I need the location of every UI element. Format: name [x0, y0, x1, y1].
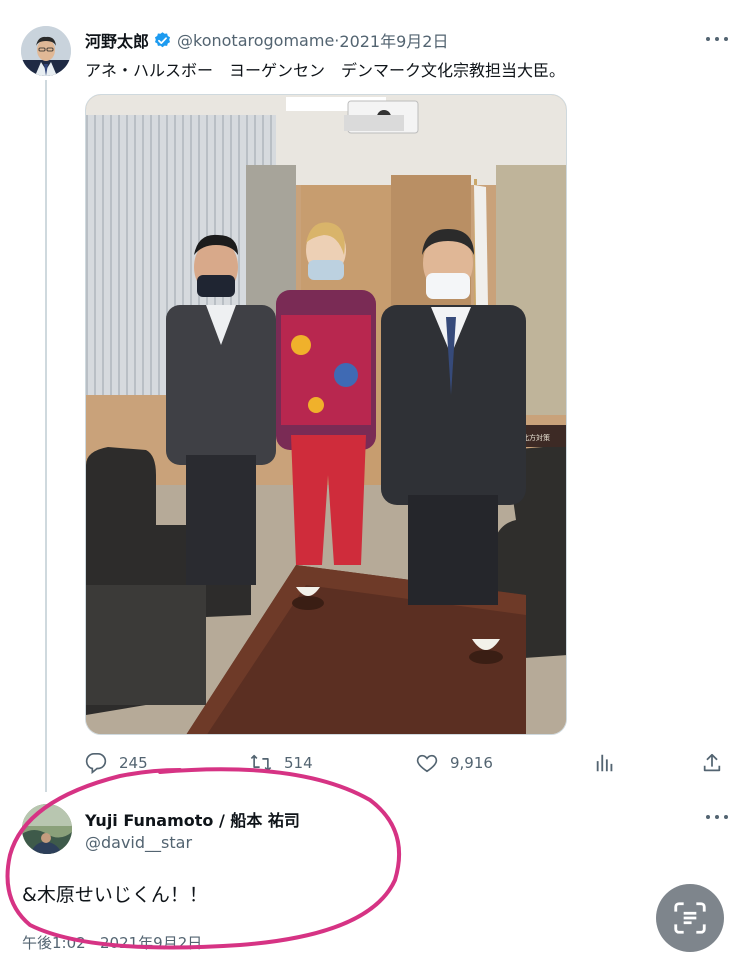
reply-button[interactable]: 245 [85, 752, 148, 774]
reply-avatar[interactable] [22, 804, 72, 854]
retweet-icon [250, 754, 272, 772]
views-button[interactable] [594, 752, 628, 774]
verified-badge-icon [153, 31, 172, 50]
tweet-header: 河野太郎 @konotarogomame · 2021年9月2日 [85, 28, 448, 52]
tweet-text: アネ・ハルスボー ヨーゲンセン デンマーク文化宗教担当大臣。 [85, 61, 566, 80]
author-handle[interactable]: @konotarogomame [177, 31, 334, 50]
share-icon [703, 753, 721, 772]
author-name[interactable]: 河野太郎 [85, 28, 149, 52]
more-icon[interactable] [706, 34, 728, 44]
scan-button[interactable] [656, 884, 724, 952]
tweet-date[interactable]: 2021年9月2日 [339, 28, 448, 52]
tweet-photo[interactable]: 北方対策 [85, 94, 567, 735]
like-icon [416, 754, 438, 773]
reply-timestamp[interactable]: 午後1:02 · 2021年9月2日 [22, 932, 202, 953]
tweet-actions: 245 514 9,916 [85, 752, 735, 778]
reply-icon [85, 753, 107, 774]
views-icon [596, 754, 613, 772]
share-button[interactable] [701, 752, 735, 774]
reply-author-handle[interactable]: @david__star [85, 833, 192, 852]
retweet-button[interactable]: 514 [250, 752, 313, 774]
reply-text: &木原せいじくん！！ [22, 884, 208, 906]
like-count: 9,916 [450, 754, 493, 772]
retweet-count: 514 [284, 754, 313, 772]
thread-line [45, 80, 47, 792]
reply-author-name[interactable]: Yuji Funamoto / 船本 祐司 [85, 807, 300, 831]
reply-count: 245 [119, 754, 148, 772]
photo-sign: 北方対策 [522, 433, 550, 442]
like-button[interactable]: 9,916 [416, 752, 493, 774]
author-avatar[interactable] [21, 26, 71, 76]
highlight-ellipse [5, 767, 402, 950]
reply-more-icon[interactable] [706, 812, 728, 822]
scan-icon [674, 902, 706, 934]
